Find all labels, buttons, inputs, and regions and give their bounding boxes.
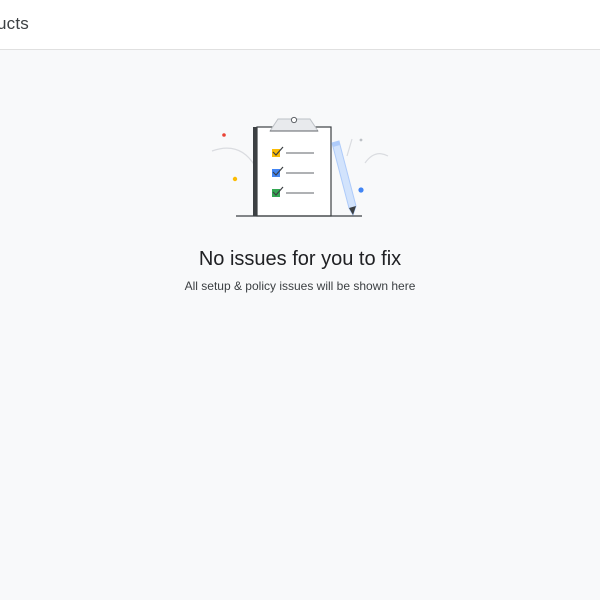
main-content: No issues for you to fix All setup & pol…	[0, 51, 600, 600]
yellow-dot	[232, 176, 238, 182]
grey-dot	[359, 138, 363, 142]
red-dot	[222, 133, 226, 137]
clipboard-board	[256, 126, 332, 217]
page-title: ucts	[0, 14, 29, 33]
blue-dot	[358, 187, 364, 193]
empty-state-title: No issues for you to fix	[198, 248, 402, 270]
right-swoosh	[364, 153, 389, 164]
pencil-icon	[331, 140, 357, 217]
clipboard-checklist-illustration	[211, 116, 389, 217]
right-swoosh-2	[346, 138, 353, 157]
clip-hole	[290, 116, 298, 124]
empty-state-subtitle: All setup & policy issues will be shown …	[184, 279, 416, 293]
top-app-bar: ucts	[0, 0, 600, 50]
left-swoosh	[211, 147, 256, 167]
